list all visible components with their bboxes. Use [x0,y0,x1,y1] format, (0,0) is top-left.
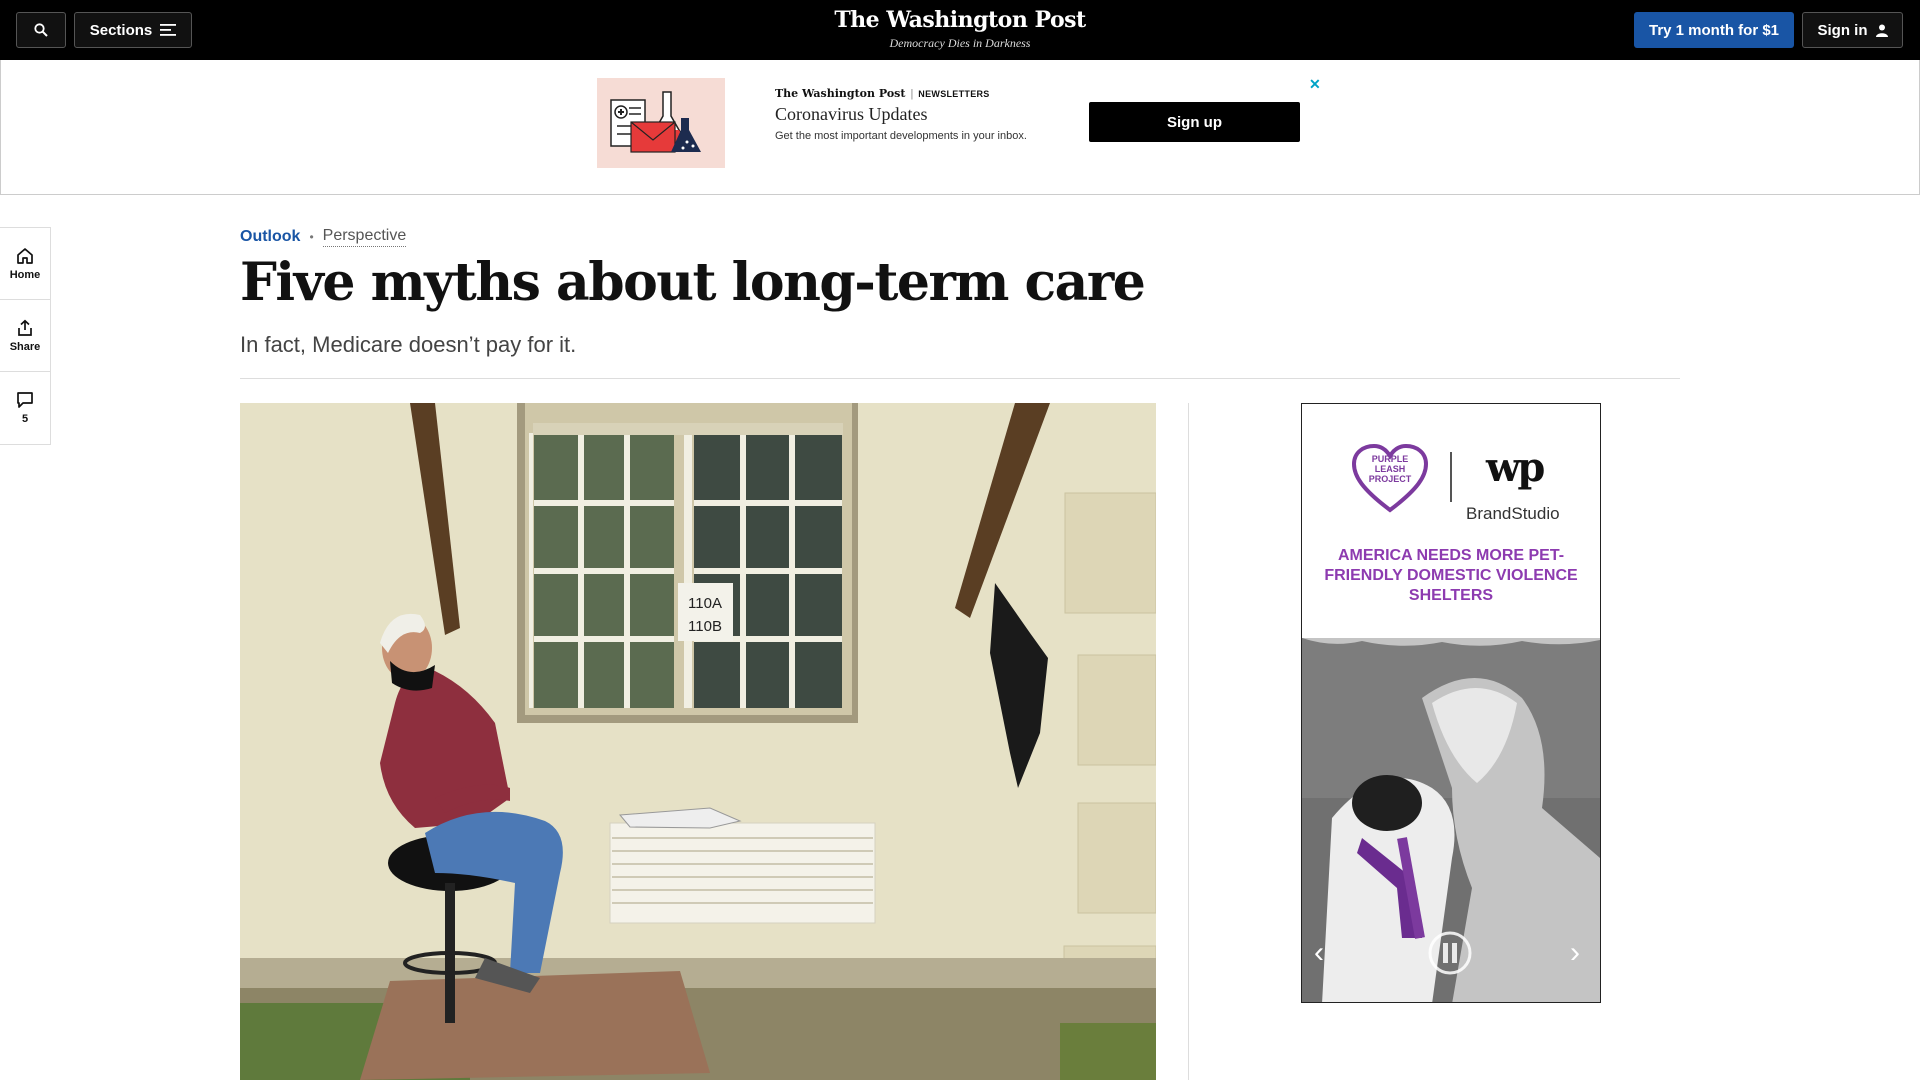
header-divider [240,378,1680,379]
sign-in-label: Sign in [1817,21,1868,39]
rail-home-button[interactable]: Home [0,228,50,300]
share-icon [18,319,32,336]
close-icon[interactable]: ✕ [1309,76,1321,93]
chevron-left-icon[interactable]: ‹ [1314,938,1324,968]
site-logo[interactable]: The Washington Post [760,6,1160,34]
chevron-right-icon[interactable]: › [1570,938,1580,968]
newsletter-signup-button[interactable]: Sign up [1089,102,1300,142]
comment-icon [17,392,33,408]
top-navigation: Sections The Washington Post Democracy D… [0,0,1920,60]
newsletter-description: Get the most important developments in y… [775,130,1027,142]
rail-share-label: Share [9,340,41,353]
site-tagline: Democracy Dies in Darkness [889,36,1031,50]
rail-home-label: Home [9,268,41,281]
newsletter-title: Coronavirus Updates [775,104,928,124]
ad-header: PURPLE LEASH PROJECT wp BrandStudio AMER… [1302,404,1600,644]
article-kicker: Outlook • Perspective [240,227,407,247]
menu-icon [160,24,177,36]
rail-share-button[interactable]: Share [0,300,50,372]
brandstudio-label: BrandStudio [1466,504,1560,523]
room-sign-line1: 110A [688,595,722,612]
search-button[interactable] [16,12,66,48]
sign-in-button[interactable]: Sign in [1802,12,1903,48]
perspective-label[interactable]: Perspective [322,227,407,247]
room-sign-line2: 110B [688,618,722,635]
column-divider [1188,403,1189,1080]
article-tool-rail: Home Share 5 [0,227,51,445]
rail-comments-button[interactable]: 5 [0,372,50,444]
article-headline: Five myths about long-term care [240,252,1146,313]
masthead[interactable]: The Washington Post Democracy Dies in Da… [760,6,1160,51]
wp-logo: wp [1486,444,1545,491]
ad-photo: ‹ › [1302,638,1600,1002]
rail-comments-count: 5 [21,413,29,425]
sections-button[interactable]: Sections [74,12,192,48]
article-subheadline: In fact, Medicare doesn’t pay for it. [240,332,577,357]
newsletter-brand: The Washington Post | NEWSLETTERS [775,87,990,100]
home-icon [17,247,33,264]
newsletters-label: NEWSLETTERS [918,88,990,99]
ad-logo-divider [1450,452,1452,502]
ad-logo-text: PURPLE LEASH PROJECT [1368,454,1412,484]
search-icon [34,23,48,37]
brand-separator: | [910,87,914,100]
ad-headline: AMERICA NEEDS MORE PET-FRIENDLY DOMESTIC… [1324,547,1578,604]
section-link[interactable]: Outlook [240,228,300,246]
sections-label: Sections [89,21,153,39]
user-icon [1875,24,1888,37]
newsletter-illustration [597,78,725,168]
pause-icon[interactable] [1427,930,1473,976]
newsletter-brand-logo: The Washington Post [775,87,906,100]
newsletter-banner: The Washington Post | NEWSLETTERS Corona… [0,60,1920,195]
lead-photo[interactable]: 110A 110B [240,403,1156,1080]
kicker-separator: • [309,230,314,244]
subscribe-button[interactable]: Try 1 month for $1 [1634,12,1794,48]
advertisement[interactable]: PURPLE LEASH PROJECT wp BrandStudio AMER… [1301,403,1601,1003]
